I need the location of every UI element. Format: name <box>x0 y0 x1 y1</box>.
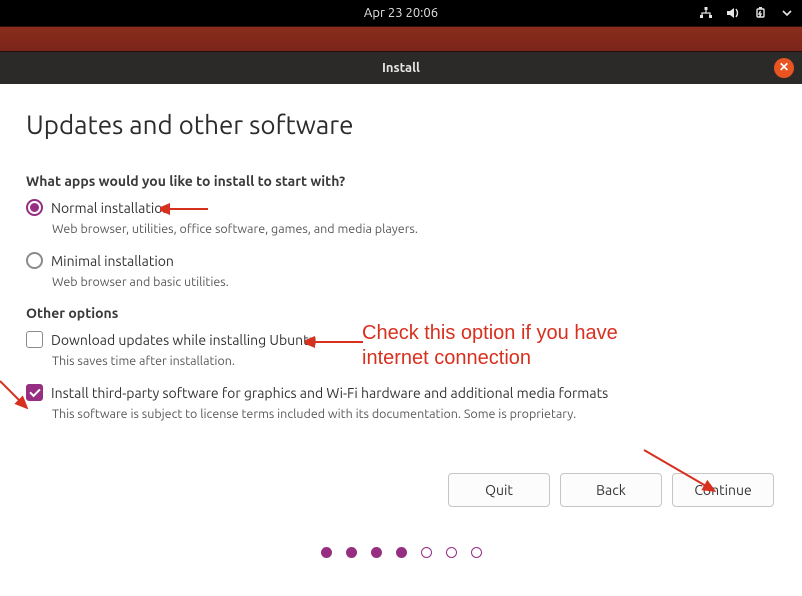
progress-dots <box>26 547 776 558</box>
window-decoration-strip <box>0 26 802 52</box>
minimal-install-label: Minimal installation <box>51 253 174 269</box>
network-icon[interactable] <box>698 6 714 20</box>
progress-dot <box>371 547 382 558</box>
minimal-install-option[interactable]: Minimal installation <box>26 252 776 269</box>
progress-dot <box>396 547 407 558</box>
progress-dot <box>446 547 457 558</box>
dropdown-icon[interactable] <box>782 6 792 20</box>
normal-install-option[interactable]: Normal installation <box>26 199 776 216</box>
annotation-text-internet: Check this option if you have internet c… <box>362 321 618 371</box>
volume-icon[interactable] <box>726 6 742 20</box>
install-type-question: What apps would you like to install to s… <box>26 173 776 189</box>
normal-install-radio[interactable] <box>26 199 43 216</box>
third-party-desc: This software is subject to license term… <box>52 407 576 421</box>
window-title: Install <box>382 61 420 75</box>
third-party-option[interactable]: Install third-party software for graphic… <box>26 384 776 401</box>
back-button[interactable]: Back <box>560 473 662 507</box>
download-updates-checkbox[interactable] <box>26 331 43 348</box>
page-heading: Updates and other software <box>26 110 776 139</box>
continue-button[interactable]: Continue <box>672 473 774 507</box>
download-updates-desc: This saves time after installation. <box>52 354 235 368</box>
other-options-heading: Other options <box>26 305 776 321</box>
system-topbar: Apr 23 20:06 <box>0 0 802 26</box>
normal-install-desc: Web browser, utilities, office software,… <box>52 222 418 236</box>
download-updates-label: Download updates while installing Ubuntu <box>51 332 317 348</box>
quit-button[interactable]: Quit <box>448 473 550 507</box>
minimal-install-desc: Web browser and basic utilities. <box>52 275 229 289</box>
progress-dot <box>421 547 432 558</box>
window-titlebar: Install ✕ <box>0 52 802 84</box>
third-party-checkbox[interactable] <box>26 384 43 401</box>
minimal-install-radio[interactable] <box>26 252 43 269</box>
system-tray <box>698 6 792 20</box>
third-party-label: Install third-party software for graphic… <box>51 385 608 401</box>
button-row: Quit Back Continue <box>26 473 776 507</box>
progress-dot <box>471 547 482 558</box>
window-close-button[interactable]: ✕ <box>774 58 794 78</box>
normal-install-label: Normal installation <box>51 200 170 216</box>
progress-dot <box>321 547 332 558</box>
close-icon: ✕ <box>779 62 789 74</box>
clock: Apr 23 20:06 <box>364 6 438 20</box>
progress-dot <box>346 547 357 558</box>
installer-content: Updates and other software What apps wou… <box>0 84 802 558</box>
battery-icon[interactable] <box>754 6 770 20</box>
